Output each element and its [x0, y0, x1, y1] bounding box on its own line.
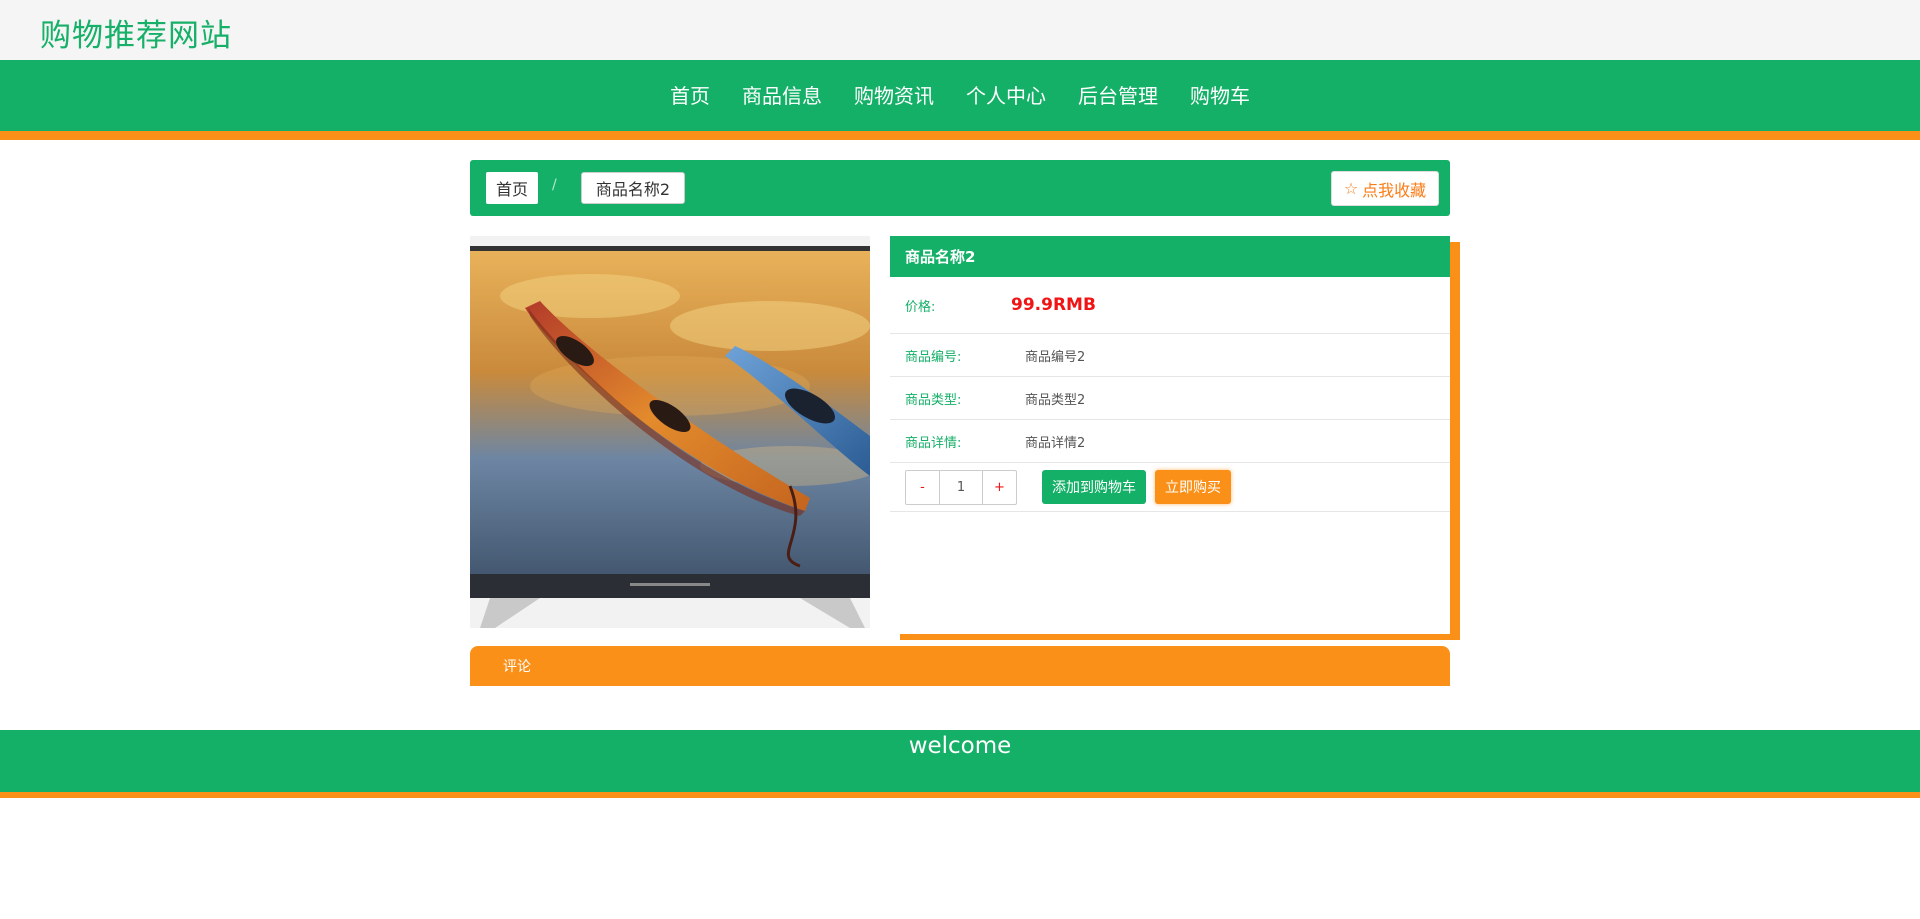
nav-item-news[interactable]: 购物资讯 — [838, 80, 950, 109]
price-label: 价格: — [905, 299, 936, 315]
site-title[interactable]: 购物推荐网站 — [40, 10, 232, 55]
footer-text: welcome — [908, 733, 1012, 759]
star-outline-icon: ☆ — [1343, 179, 1359, 198]
comments-tab[interactable]: 评论 — [470, 646, 1450, 686]
price-row: 价格: 99.9RMB — [890, 277, 1450, 334]
decrement-button[interactable]: - — [906, 471, 939, 504]
quantity-stepper: - 1 + — [905, 469, 1017, 505]
breadcrumb-home[interactable]: 首页 — [486, 172, 538, 204]
nav-item-profile[interactable]: 个人中心 — [950, 80, 1062, 109]
breadcrumb-separator: / — [552, 177, 557, 193]
field-value: 商品类型2 — [1025, 392, 1086, 408]
nav-item-admin[interactable]: 后台管理 — [1062, 80, 1174, 109]
field-label: 商品编号: — [905, 349, 962, 365]
product-image — [470, 236, 870, 628]
quantity-input[interactable]: 1 — [939, 470, 983, 504]
field-row-type: 商品类型: 商品类型2 — [890, 377, 1450, 420]
actions-row: - 1 + 添加到购物车 立即购买 — [890, 463, 1450, 512]
field-label: 商品类型: — [905, 392, 962, 408]
nav-item-cart[interactable]: 购物车 — [1174, 80, 1266, 109]
main-nav: 首页 商品信息 购物资讯 个人中心 后台管理 购物车 — [0, 60, 1920, 140]
footer: welcome — [0, 730, 1920, 798]
field-label: 商品详情: — [905, 435, 962, 451]
main-content: 首页 / 商品名称2 ☆ 点我收藏 商品名称2 价格: 99.9RMB 商品编号… — [470, 160, 1460, 686]
product-photo — [470, 236, 870, 628]
product-detail-panel: 商品名称2 价格: 99.9RMB 商品编号: 商品编号2 商品类型: 商品类型… — [890, 236, 1450, 634]
add-to-cart-button[interactable]: 添加到购物车 — [1042, 470, 1146, 504]
favorite-label: 点我收藏 — [1362, 180, 1427, 200]
field-row-detail: 商品详情: 商品详情2 — [890, 420, 1450, 463]
field-value: 商品编号2 — [1025, 349, 1086, 365]
product-name: 商品名称2 — [890, 236, 1450, 277]
field-row-id: 商品编号: 商品编号2 — [890, 334, 1450, 377]
top-bar: 购物推荐网站 — [0, 0, 1920, 60]
nav-item-home[interactable]: 首页 — [654, 80, 726, 109]
price-value: 99.9RMB — [1011, 295, 1096, 315]
increment-button[interactable]: + — [983, 471, 1016, 504]
buy-now-button[interactable]: 立即购买 — [1155, 470, 1231, 504]
nav-item-products[interactable]: 商品信息 — [726, 80, 838, 109]
favorite-button[interactable]: ☆ 点我收藏 — [1331, 171, 1439, 206]
product-section: 商品名称2 价格: 99.9RMB 商品编号: 商品编号2 商品类型: 商品类型… — [470, 236, 1460, 646]
breadcrumb: 首页 / 商品名称2 ☆ 点我收藏 — [470, 160, 1450, 216]
field-value: 商品详情2 — [1025, 435, 1086, 451]
breadcrumb-current[interactable]: 商品名称2 — [581, 172, 685, 204]
